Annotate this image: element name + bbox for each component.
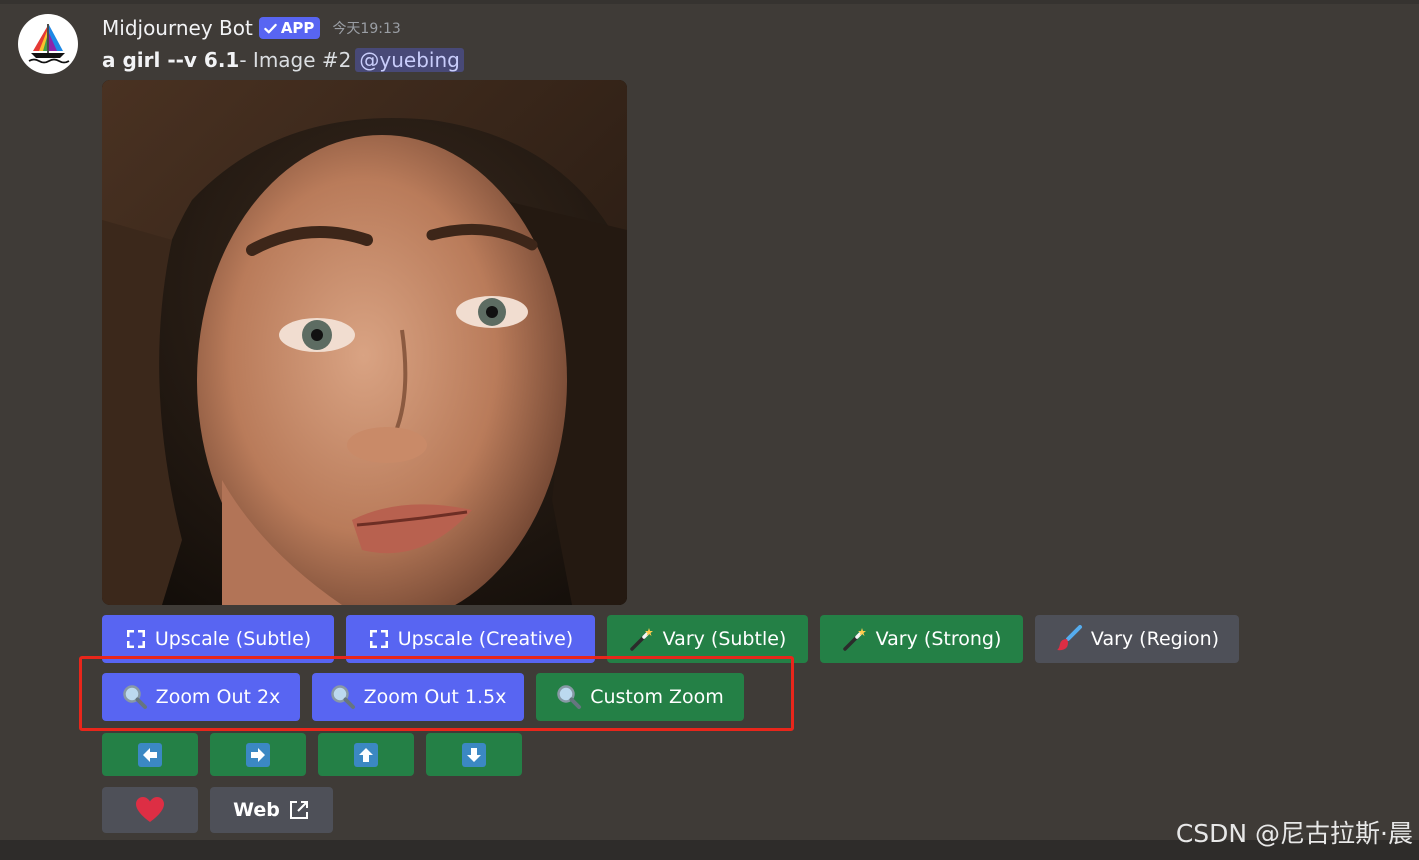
app-badge-label: APP [280,19,315,37]
arrow-right-icon [246,742,270,767]
bot-avatar[interactable] [18,14,78,74]
vary-strong-button[interactable]: Vary (Strong) [820,615,1023,663]
expand-arrows-icon [369,630,388,648]
magic-wand-icon [842,628,866,651]
prompt-text: a girl --v 6.1 [102,48,240,72]
message-timestamp: 今天19:13 [332,21,401,37]
external-link-icon [289,801,308,819]
button-label: Zoom Out 2x [155,686,281,708]
custom-zoom-button[interactable]: Custom Zoom [536,673,744,721]
expand-arrows-icon [126,630,145,648]
magnifier-icon [557,685,582,709]
author-name[interactable]: Midjourney Bot [102,16,253,40]
message-content: a girl --v 6.1 - Image #2 @yuebing [102,44,464,76]
arrow-up-icon [354,742,378,767]
button-label: Upscale (Creative) [397,628,574,650]
sailboat-logo-icon [28,24,70,64]
button-label: Custom Zoom [590,686,724,708]
pan-down-button[interactable] [426,733,522,776]
app-badge: APP [258,17,321,39]
magnifier-icon [330,685,355,709]
button-label: Zoom Out 1.5x [363,686,507,708]
generated-image[interactable] [102,80,627,605]
web-link-button[interactable]: Web [210,787,333,833]
verified-check-icon [264,23,277,33]
magnifier-icon [122,685,147,709]
top-divider [0,0,1419,4]
watermark-text: CSDN @尼古拉斯·晨 [1175,819,1413,848]
pan-right-button[interactable] [210,733,306,776]
favorite-button[interactable] [102,787,198,833]
vary-subtle-button[interactable]: Vary (Subtle) [607,615,808,663]
vary-region-button[interactable]: Vary (Region) [1035,615,1239,663]
upscale-subtle-button[interactable]: Upscale (Subtle) [102,615,334,663]
upscale-creative-button[interactable]: Upscale (Creative) [346,615,595,663]
button-label: Upscale (Subtle) [154,628,312,650]
portrait-image [102,80,627,605]
arrow-left-icon [138,742,162,767]
pan-up-button[interactable] [318,733,414,776]
chat-page: Midjourney Bot APP 今天19:13 a girl --v 6.… [0,0,1419,860]
user-mention[interactable]: @yuebing [355,48,464,72]
pan-left-button[interactable] [102,733,198,776]
zoom-out-2x-button[interactable]: Zoom Out 2x [102,673,300,721]
button-label: Vary (Strong) [875,628,1002,650]
magic-wand-icon [629,628,653,651]
button-label: Vary (Region) [1090,628,1220,650]
zoom-out-1-5x-button[interactable]: Zoom Out 1.5x [312,673,524,721]
web-button-label: Web [233,799,280,821]
image-index-text: - Image #2 [239,48,352,72]
arrow-down-icon [462,742,486,767]
button-label: Vary (Subtle) [662,628,787,650]
heart-icon [136,797,164,822]
paintbrush-icon [1056,625,1082,651]
message-header: Midjourney Bot APP 今天19:13 [102,14,401,42]
